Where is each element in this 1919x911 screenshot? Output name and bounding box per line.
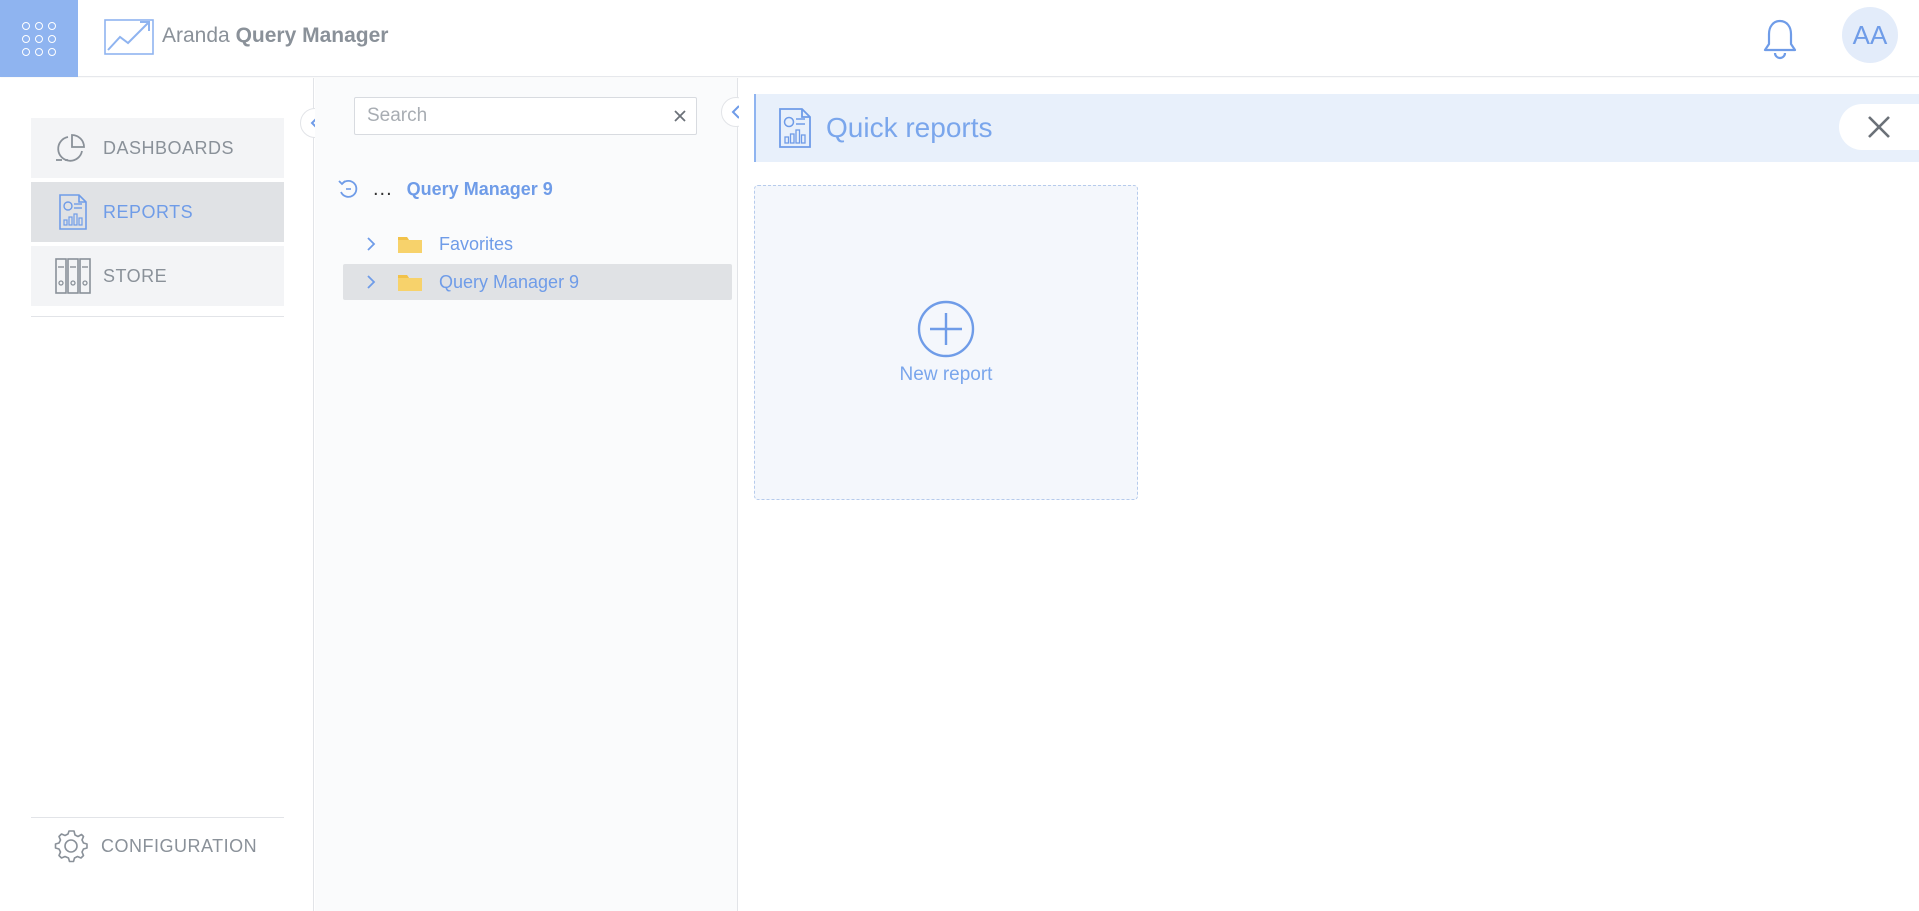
left-navigation: DASHBOARDS REPORTS STORE CONFIGURATION — [0, 78, 330, 911]
folder-tree-panel: ... Query Manager 9 Favorites Query Mana… — [315, 78, 751, 911]
brand-name: Aranda Query Manager — [162, 24, 389, 47]
search-input[interactable] — [355, 98, 664, 134]
new-report-card[interactable]: New report — [754, 185, 1138, 500]
user-avatar[interactable]: AA — [1842, 7, 1898, 63]
tree-item-favorites[interactable]: Favorites — [343, 226, 732, 262]
page-title: Quick reports — [826, 112, 993, 143]
clear-search-icon[interactable] — [664, 100, 696, 132]
tree-search — [354, 97, 697, 135]
tree-root-breadcrumb: ... Query Manager 9 — [337, 172, 553, 206]
trend-chart-logo-icon — [104, 19, 154, 55]
apps-grid-icon — [22, 21, 56, 56]
nav-item-reports[interactable]: REPORTS — [31, 182, 284, 242]
section-header: Quick reports — [754, 94, 1919, 162]
tree-root-label[interactable]: Query Manager 9 — [407, 179, 553, 200]
folder-icon — [398, 275, 422, 291]
report-document-icon — [779, 108, 811, 148]
app-root: Aranda Query Manager AA DASHBOARDS REPOR… — [0, 0, 1919, 911]
nav-item-store[interactable]: STORE — [31, 246, 284, 306]
close-panel-button[interactable] — [1839, 104, 1919, 150]
dashboards-icon — [53, 128, 93, 168]
parent-folder-link[interactable]: ... — [373, 178, 393, 201]
chevron-right-icon[interactable] — [359, 232, 383, 256]
tree-item-label: Query Manager 9 — [439, 271, 580, 292]
nav-item-label: REPORTS — [103, 201, 194, 222]
new-report-label: New report — [899, 363, 993, 385]
notifications-bell-icon[interactable] — [1762, 18, 1798, 60]
nav-item-configuration[interactable]: CONFIGURATION — [31, 816, 284, 876]
nav-item-label: CONFIGURATION — [101, 835, 258, 856]
tree-item-label: Favorites — [439, 233, 514, 254]
folder-icon — [398, 237, 422, 253]
nav-item-dashboards[interactable]: DASHBOARDS — [31, 118, 284, 178]
main-content: Quick reports New report — [739, 78, 1919, 911]
report-document-icon — [53, 192, 93, 232]
close-icon — [1868, 116, 1890, 138]
store-binders-icon — [53, 256, 93, 296]
chevron-right-icon[interactable] — [359, 270, 383, 294]
top-bar: Aranda Query Manager AA — [0, 0, 1919, 77]
back-arrow-circle-icon[interactable] — [337, 178, 359, 200]
plus-circle-icon — [917, 300, 975, 357]
nav-item-label: STORE — [103, 265, 168, 286]
nav-item-label: DASHBOARDS — [103, 137, 235, 158]
apps-menu-button[interactable] — [0, 0, 78, 77]
brand: Aranda Query Manager — [104, 16, 388, 56]
nav-divider — [31, 316, 284, 317]
gear-icon — [51, 826, 91, 866]
tree-item-query-manager-9[interactable]: Query Manager 9 — [343, 264, 732, 300]
